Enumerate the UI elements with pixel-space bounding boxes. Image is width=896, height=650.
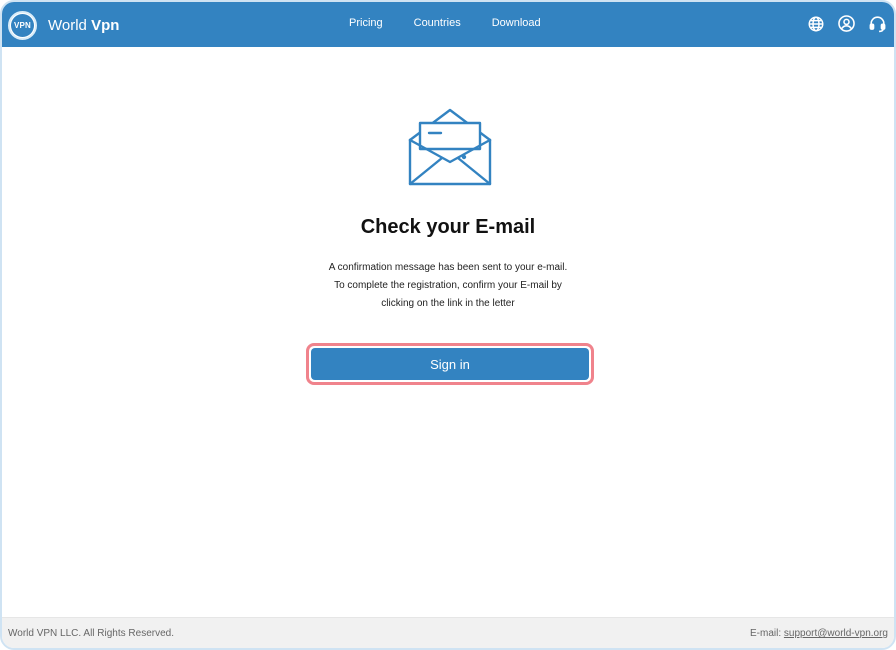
support-headset-icon[interactable] xyxy=(867,13,888,34)
header-actions xyxy=(805,13,888,34)
brand-name: World Vpn xyxy=(48,17,119,34)
contact-email: E-mail: support@world-vpn.org xyxy=(750,628,888,639)
support-email-link[interactable]: support@world-vpn.org xyxy=(784,628,888,639)
main-nav: Pricing Countries Download xyxy=(349,17,541,29)
confirmation-message: A confirmation message has been sent to … xyxy=(2,259,894,313)
copyright-text: World VPN LLC. All Rights Reserved. xyxy=(8,628,174,639)
signin-button-focus-ring: Sign in xyxy=(306,343,594,385)
globe-icon[interactable] xyxy=(805,13,826,34)
page-title: Check your E-mail xyxy=(360,216,536,238)
nav-download[interactable]: Download xyxy=(492,17,541,29)
brand[interactable]: VPN World Vpn xyxy=(8,11,119,40)
brand-prefix: World xyxy=(48,17,87,34)
message-line-2: To complete the registration, confirm yo… xyxy=(334,280,562,291)
vpn-logo-icon: VPN xyxy=(8,11,37,40)
logo-text: VPN xyxy=(11,14,34,37)
user-account-icon[interactable] xyxy=(836,13,857,34)
nav-countries[interactable]: Countries xyxy=(414,17,461,29)
footer: World VPN LLC. All Rights Reserved. E-ma… xyxy=(2,617,894,648)
top-navbar: VPN World Vpn Pricing Countries Download xyxy=(2,2,894,47)
open-envelope-icon xyxy=(406,106,494,188)
email-label: E-mail: xyxy=(750,628,782,639)
message-line-3: clicking on the link in the letter xyxy=(381,298,515,309)
message-line-1: A confirmation message has been sent to … xyxy=(328,262,568,273)
brand-suffix: Vpn xyxy=(91,17,120,34)
signin-button[interactable]: Sign in xyxy=(311,348,589,380)
page-frame: VPN World Vpn Pricing Countries Download xyxy=(0,0,896,650)
nav-pricing[interactable]: Pricing xyxy=(349,17,383,29)
